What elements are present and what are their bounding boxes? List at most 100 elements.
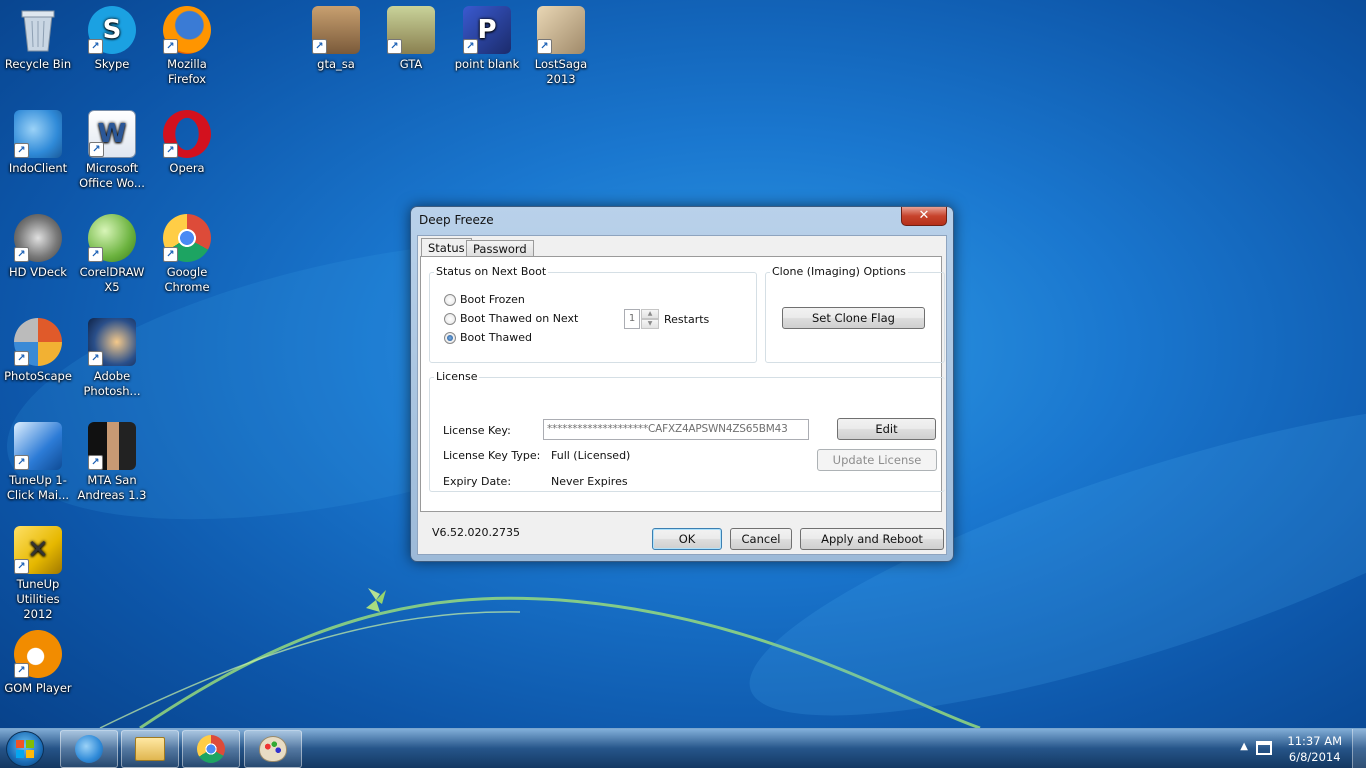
desktop-icon-coreldraw[interactable]: ↗ CorelDRAW X5 [74, 214, 150, 295]
hd-vdeck-icon: ↗ [14, 214, 62, 262]
edit-button[interactable]: Edit [837, 418, 936, 440]
desktop-icon-photoshop[interactable]: ↗ Adobe Photosh... [74, 318, 150, 399]
gta-icon: ↗ [387, 6, 435, 54]
clock-date: 6/8/2014 [1288, 750, 1341, 764]
radio-button[interactable] [444, 312, 456, 325]
shortcut-arrow-icon: ↗ [387, 39, 402, 54]
license-type-label: License Key Type: [443, 449, 541, 462]
desktop-icon-hd-vdeck[interactable]: ↗ HD VDeck [0, 214, 76, 280]
chrome-icon [197, 735, 225, 763]
tab-status[interactable]: Status [421, 238, 472, 257]
deep-freeze-dialog: Deep Freeze ✕ Status Password Status on … [410, 206, 954, 562]
gta-sa-icon: ↗ [312, 6, 360, 54]
desktop-icon-label: GTA [399, 57, 423, 71]
radio-label: Boot Thawed [460, 331, 532, 344]
expiry-date-value: Never Expires [551, 475, 628, 488]
shortcut-arrow-icon: ↗ [163, 247, 178, 262]
restarts-spinner[interactable]: ▲ ▼ [641, 309, 659, 329]
shortcut-arrow-icon: ↗ [88, 247, 103, 262]
tuneup-1click-icon: ↗ [14, 422, 62, 470]
desktop-icon-label: Opera [169, 161, 205, 175]
desktop-icon-indoclient[interactable]: ↗ IndoClient [0, 110, 76, 176]
windows-logo-icon [16, 740, 34, 758]
taskbar-pinned-paint[interactable] [244, 730, 302, 768]
desktop-icon-skype[interactable]: S ↗ Skype [74, 6, 150, 72]
desktop-icon-gta-sa[interactable]: ↗ gta_sa [298, 6, 374, 72]
shortcut-arrow-icon: ↗ [163, 39, 178, 54]
show-hidden-icons-button[interactable]: ▲ [1240, 741, 1248, 752]
desktop-icon-photoscape[interactable]: ↗ PhotoScape [0, 318, 76, 384]
photoscape-icon: ↗ [14, 318, 62, 366]
license-key-label: License Key: [443, 424, 511, 437]
apply-and-reboot-button[interactable]: Apply and Reboot [800, 528, 944, 550]
radio-button-selected[interactable] [444, 331, 456, 344]
show-desktop-button[interactable] [1352, 729, 1366, 768]
desktop-icon-gta[interactable]: ↗ GTA [373, 6, 449, 72]
clock-time: 11:37 AM [1287, 734, 1342, 748]
opera-icon: ↗ [163, 110, 211, 158]
taskbar-pinned-indoclient[interactable] [60, 730, 118, 768]
radio-boot-thawed[interactable]: Boot Thawed [444, 331, 532, 344]
desktop-icon-label: point blank [454, 57, 520, 71]
cancel-button[interactable]: Cancel [730, 528, 792, 550]
desktop-icon-label: PhotoScape [4, 369, 72, 383]
status-tab-panel: Status on Next Boot Boot Frozen Boot Tha… [420, 256, 945, 512]
desktop-icon-opera[interactable]: ↗ Opera [149, 110, 225, 176]
shortcut-arrow-icon: ↗ [163, 143, 178, 158]
gom-player-icon: ↗ [14, 630, 62, 678]
radio-boot-frozen[interactable]: Boot Frozen [444, 293, 525, 306]
desktop-icon-lostsaga[interactable]: ↗ LostSaga 2013 [523, 6, 599, 87]
radio-label: Boot Thawed on Next [460, 312, 579, 325]
restarts-input[interactable]: 1 [624, 309, 640, 329]
clone-options-group: Clone (Imaging) Options Set Clone Flag [765, 265, 945, 363]
recycle-bin-icon [14, 6, 62, 54]
firefox-icon: ↗ [163, 6, 211, 54]
ok-button[interactable]: OK [652, 528, 722, 550]
taskbar-pinned-explorer[interactable] [121, 730, 179, 768]
desktop-icon-word[interactable]: W ↗ Microsoft Office Wo... [74, 110, 150, 191]
indoclient-icon [75, 735, 103, 763]
update-license-button[interactable]: Update License [817, 449, 937, 471]
word-icon: W ↗ [88, 110, 136, 158]
desktop-icon-chrome[interactable]: ↗ Google Chrome [149, 214, 225, 295]
shortcut-arrow-icon: ↗ [14, 455, 29, 470]
desktop-icon-recycle-bin[interactable]: Recycle Bin [0, 6, 76, 72]
spin-down-icon[interactable]: ▼ [641, 319, 659, 329]
desktop-icon-label: TuneUp Utilities 2012 [16, 577, 60, 621]
shortcut-arrow-icon: ↗ [463, 39, 478, 54]
desktop-icon-firefox[interactable]: ↗ Mozilla Firefox [149, 6, 225, 87]
chrome-icon: ↗ [163, 214, 211, 262]
desktop-icon-label: Adobe Photosh... [83, 369, 141, 398]
dialog-client-area: Status Password Status on Next Boot Boot… [417, 235, 947, 555]
shortcut-arrow-icon: ↗ [88, 455, 103, 470]
desktop-icon-tuneup-1click[interactable]: ↗ TuneUp 1-Click Mai... [0, 422, 76, 503]
desktop-icon-tuneup-utilities[interactable]: ✕ ↗ TuneUp Utilities 2012 [0, 526, 76, 622]
close-button[interactable]: ✕ [901, 207, 947, 226]
radio-button[interactable] [444, 293, 456, 306]
shortcut-arrow-icon: ↗ [14, 559, 29, 574]
spin-up-icon[interactable]: ▲ [641, 309, 659, 319]
desktop-icon-label: Mozilla Firefox [167, 57, 207, 86]
restarts-label: Restarts [664, 313, 710, 326]
network-icon[interactable] [1256, 741, 1272, 755]
desktop-icon-label: MTA San Andreas 1.3 [77, 473, 147, 502]
taskbar-pinned-chrome[interactable] [182, 730, 240, 768]
desktop-icon-label: gta_sa [317, 57, 355, 71]
desktop-icon-label: GOM Player [4, 681, 72, 695]
clock[interactable]: 11:37 AM 6/8/2014 [1287, 733, 1342, 765]
license-key-field[interactable]: ********************CAFXZ4APSWN4ZS65BM43 [543, 419, 809, 440]
set-clone-flag-button[interactable]: Set Clone Flag [782, 307, 925, 329]
radio-boot-thawed-on-next[interactable]: Boot Thawed on Next [444, 312, 578, 325]
desktop-icon-label: CorelDRAW X5 [79, 265, 145, 294]
shortcut-arrow-icon: ↗ [14, 247, 29, 262]
taskbar: ▲ 11:37 AM 6/8/2014 [0, 728, 1366, 768]
mta-icon: ↗ [88, 422, 136, 470]
start-button[interactable] [6, 731, 44, 767]
desktop-icon-gom-player[interactable]: ↗ GOM Player [0, 630, 76, 696]
desktop-icon-label: Skype [94, 57, 130, 71]
tab-password[interactable]: Password [466, 240, 534, 257]
desktop-icon-point-blank[interactable]: P ↗ point blank [449, 6, 525, 72]
desktop-icon-label: HD VDeck [9, 265, 67, 279]
shortcut-arrow-icon: ↗ [14, 143, 29, 158]
desktop-icon-mta[interactable]: ↗ MTA San Andreas 1.3 [74, 422, 150, 503]
